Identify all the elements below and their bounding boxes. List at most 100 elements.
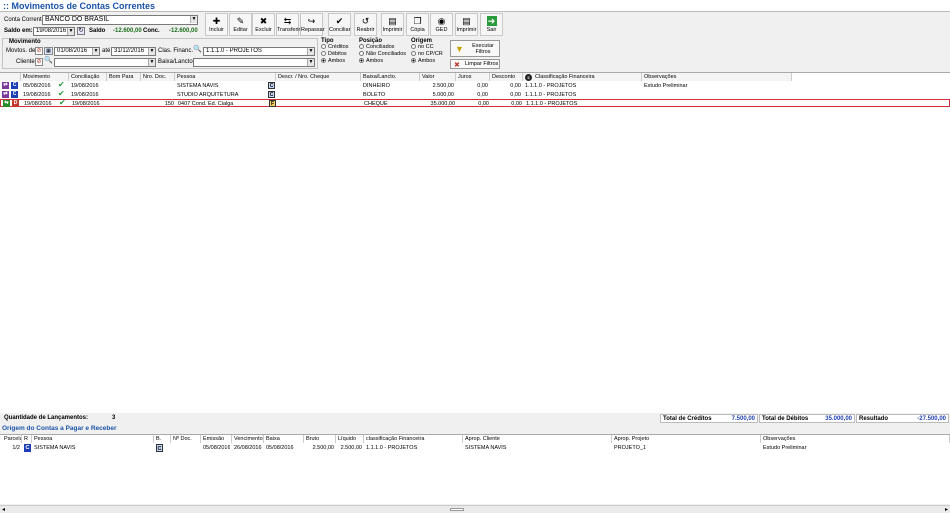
chevron-down-icon[interactable]: ▼	[92, 48, 99, 55]
toolbar-button-print[interactable]: ▤ Imprimir	[455, 13, 478, 36]
origem-group: Origem no CC no CP/CR Ambos	[411, 38, 447, 65]
toolbar-button-copy[interactable]: ❐ Cópia	[406, 13, 429, 36]
toolbar-button-reconcile[interactable]: ✔ Conciliar	[328, 13, 351, 36]
limpar-filtros-button[interactable]: ✖ Limpar Filtros	[450, 59, 500, 69]
origin-header[interactable]: B.	[154, 435, 171, 443]
chevron-down-icon[interactable]: ▼	[307, 48, 314, 55]
toolbar-button-exit[interactable]: ➜ Sair	[480, 13, 503, 36]
origin-cell-emissao: 05/08/2016	[203, 445, 230, 451]
radio-icon[interactable]	[411, 44, 416, 49]
tipo-option[interactable]: Débitos	[321, 51, 357, 58]
grid-header[interactable]: Observações	[642, 73, 792, 81]
origin-header[interactable]: Aprop. Cliente	[463, 435, 612, 443]
executar-filtros-button[interactable]: ▼ Executar Filtros	[450, 40, 500, 57]
edit-row-icon[interactable]: ⇄	[2, 90, 9, 98]
toolbar-button-reopen[interactable]: ↺ Reabrir	[354, 13, 377, 36]
saldo-date-input[interactable]: 19/08/2016 ▼	[33, 27, 75, 36]
cell-bompara	[109, 91, 139, 99]
cliente-input[interactable]: ▼	[54, 58, 156, 67]
grid-header[interactable]: Valor	[420, 73, 456, 81]
clear-icon[interactable]: ⊘	[35, 58, 43, 66]
radio-icon[interactable]	[321, 44, 326, 49]
scroll-right-icon[interactable]: ▸	[945, 506, 948, 513]
origin-header[interactable]: Aprop. Projeto	[612, 435, 761, 443]
chevron-down-icon[interactable]: ▼	[307, 59, 314, 66]
radio-icon[interactable]	[321, 51, 326, 56]
grid-header[interactable]: Juros	[456, 73, 490, 81]
toolbar-button-print[interactable]: ▤ Imprimir	[381, 13, 404, 36]
origin-header[interactable]: Nº Doc.	[171, 435, 201, 443]
origem-option[interactable]: no CC	[411, 44, 447, 51]
horizontal-scrollbar[interactable]: ◂ ▸	[0, 505, 950, 513]
toolbar-button-include[interactable]: ✚ Incluir	[205, 13, 228, 36]
radio-icon[interactable]	[359, 58, 364, 63]
scroll-left-icon[interactable]: ◂	[2, 506, 5, 513]
cell-pessoa: 0407 Cond. Ed. Cialga	[178, 101, 234, 107]
grid-header[interactable]: Nro. Doc.	[141, 73, 175, 81]
grid-header[interactable]: Classificação Financeira	[523, 73, 642, 81]
radio-icon[interactable]	[411, 58, 416, 63]
cell-obs: Estudo Preliminar	[644, 83, 688, 89]
search-icon[interactable]: 🔍	[193, 46, 202, 55]
radio-icon[interactable]	[321, 58, 326, 63]
origin-cell-baixa: 05/08/2016	[266, 445, 294, 451]
origin-header[interactable]: Bruto	[304, 435, 336, 443]
chevron-down-icon[interactable]: ▼	[148, 59, 155, 66]
origin-header[interactable]: R	[22, 435, 32, 443]
scroll-thumb[interactable]	[450, 508, 464, 511]
tipo-option[interactable]: Créditos	[321, 44, 357, 51]
cell-pessoa: STUDIO ARQUITETURA	[177, 91, 239, 98]
radio-icon[interactable]	[411, 51, 416, 56]
clasfinanc-label: Clas. Financ.	[158, 48, 194, 54]
grid-header[interactable]: Bom Para	[107, 73, 141, 81]
origem-option[interactable]: no CP/CR	[411, 51, 447, 58]
origin-header[interactable]: Líquido	[336, 435, 364, 443]
table-row[interactable]: ⇄ C ✔ 05/08/2016 19/08/2016 SISTEMA NAVIS DINH…	[0, 81, 792, 90]
tipo-option[interactable]: Ambos	[321, 58, 357, 65]
toolbar-button-ged[interactable]: ◉ GED	[430, 13, 453, 36]
posicao-option[interactable]: Ambos	[359, 58, 409, 65]
account-select[interactable]: BANCO DO BRASIL ▼	[42, 15, 198, 25]
origin-header[interactable]: Observações	[761, 435, 950, 443]
grid-header[interactable]: Pessoa	[175, 73, 276, 81]
edit-row-icon[interactable]: ⇄	[2, 82, 9, 89]
chevron-down-icon[interactable]: ▼	[67, 28, 74, 35]
refresh-icon[interactable]: ↻	[77, 27, 85, 35]
table-row[interactable]: ⇆ D ✔ 19/08/2016 19/08/2016 150 0407 Cond. Ed.…	[0, 99, 950, 107]
credit-icon: C	[11, 82, 18, 89]
toolbar-button-delete[interactable]: ✖ Excluir	[252, 13, 275, 36]
toolbar-button-edit[interactable]: ✎ Editar	[229, 13, 252, 36]
grid-header[interactable]: Desconto	[490, 73, 523, 81]
clear-icon[interactable]: ⊘	[35, 47, 43, 55]
origin-row[interactable]: 1/2 C SISTEMA NAVIS C 05/08/2016 26/08/2016 05…	[0, 444, 950, 452]
chevron-down-icon[interactable]: ▼	[190, 16, 197, 23]
toolbar-label: GED	[435, 27, 448, 33]
origin-header[interactable]: Emissão	[201, 435, 232, 443]
origin-header[interactable]: Vencimento	[232, 435, 264, 443]
clasfinanc-select[interactable]: 1.1.1.0 - PROJETOS ▼	[203, 47, 315, 56]
posicao-option[interactable]: Não Conciliados	[359, 51, 409, 58]
posicao-option[interactable]: Conciliados	[359, 44, 409, 51]
edit-row-icon[interactable]: ⇆	[3, 100, 10, 107]
grid-header[interactable]: Baixa/Lancto.	[361, 73, 420, 81]
origin-header[interactable]: Baixa	[264, 435, 304, 443]
chevron-down-icon[interactable]: ▼	[148, 48, 155, 55]
radio-icon[interactable]	[359, 51, 364, 56]
search-icon[interactable]: 🔍	[44, 57, 53, 66]
toolbar-button-forward[interactable]: ↪ Repassar	[300, 13, 325, 36]
calendar-icon[interactable]: ▦	[44, 47, 53, 55]
origem-option[interactable]: Ambos	[411, 58, 447, 65]
classification-icon: $	[525, 74, 532, 81]
toolbar-button-transfer[interactable]: ⇆ Transferir	[276, 13, 300, 36]
origin-header[interactable]: Pessoa	[32, 435, 154, 443]
table-row[interactable]: ⇄ C ✔ 19/08/2016 19/08/2016 STUDIO ARQUITETUR…	[0, 89, 792, 99]
baixa-lancto-select[interactable]: ▼	[193, 58, 315, 67]
origin-header[interactable]: classificação Financeira	[364, 435, 463, 443]
origin-header[interactable]: Parcela	[2, 435, 22, 443]
tag-icon: C	[268, 90, 275, 98]
date-to-input[interactable]: 31/12/2016 ▼	[111, 47, 156, 56]
grid-header[interactable]: Conciliação	[69, 73, 107, 81]
grid-header[interactable]: Descr. / Nro. Cheque	[276, 73, 361, 81]
date-from-input[interactable]: 01/08/2016 ▼	[54, 47, 100, 56]
radio-icon[interactable]	[359, 44, 364, 49]
